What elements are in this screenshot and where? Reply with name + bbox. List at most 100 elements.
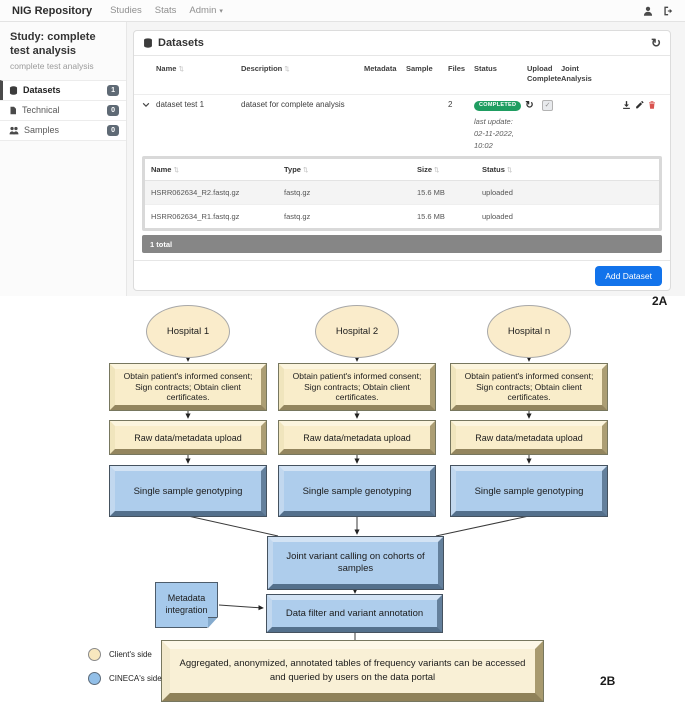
metadata-note-label: Metadata integration [165,593,208,615]
file-type: fastq.gz [284,212,311,222]
hospital-2-node: Hospital 2 [315,305,399,358]
datasets-panel: Datasets ↻ Name ⇅ Description ⇅ Metadata S… [133,30,671,291]
users-icon [9,126,19,134]
sidebar-menu: Datasets 1 Technical 0 Samples 0 [0,79,126,141]
delete-icon[interactable] [648,100,656,112]
upload-box-2: Raw data/metadata upload [279,421,435,454]
study-sidebar: Study: complete test analysis complete t… [0,22,127,296]
sidebar-item-technical[interactable]: Technical 0 [0,99,126,121]
sort-icon: ⇅ [178,66,184,73]
flowchart-region: Hospital 1 Hospital 2 Hospital n Obtain … [0,296,685,711]
download-icon[interactable] [622,100,631,112]
add-dataset-button[interactable]: Add Dataset [595,265,662,286]
file-col-size[interactable]: Size ⇅ [417,165,482,174]
study-title: Study: complete test analysis [10,31,96,57]
file-col-type[interactable]: Type ⇅ [284,165,417,174]
files-total-bar: 1 total [142,235,662,254]
study-subtitle: complete test analysis [10,60,94,71]
file-name: HSRR062634_R2.fastq.gz [151,188,240,198]
hospital-1-node: Hospital 1 [146,305,230,358]
dataset-name: dataset test 1 [156,100,205,110]
consent-box-1: Obtain patient's informed consent; Sign … [110,364,266,410]
app-screenshot-region: Study: complete test analysis complete t… [0,22,685,296]
legend-cineca-label: CINECA's side [109,674,162,683]
sort-icon: ⇅ [284,66,290,73]
dataset-sample-cell [406,100,448,151]
datasets-table-header: Name ⇅ Description ⇅ Metadata Sample Files… [134,56,670,94]
client-side-color-swatch [88,648,101,661]
col-files: Files [448,64,466,73]
panel-refresh-icon[interactable]: ↻ [651,37,661,49]
sort-icon: ⇅ [302,167,309,175]
col-metadata: Metadata [364,64,397,73]
upload-box-1: Raw data/metadata upload [110,421,266,454]
joint-analysis-cell [576,100,610,151]
dataset-metadata-cell [364,100,406,151]
chevron-down-icon: ▾ [219,7,223,15]
sidebar-item-datasets[interactable]: Datasets 1 [0,79,126,101]
status-refresh-icon[interactable]: ↻ [525,100,533,111]
technical-count-badge: 0 [107,104,119,116]
sort-icon: ⇅ [506,167,513,175]
logout-icon[interactable] [662,6,673,16]
datasets-count-badge: 1 [107,84,119,96]
flowchart-legend: Client's side CINECA's side [88,648,162,696]
joint-calling-box: Joint variant calling on cohorts of samp… [268,537,443,589]
col-joint-analysis: Joint Analysis [561,64,592,84]
figure-label-2a: 2A [652,294,668,308]
dataset-description: dataset for complete analysis [241,100,345,110]
filter-annotation-box: Data filter and variant annotation [267,595,442,632]
sidebar-item-label: Datasets [23,85,61,95]
upload-complete-checkbox[interactable]: ✓ [542,100,553,112]
expander-column [142,64,156,84]
user-profile-icon[interactable] [643,6,653,16]
panel-footer: Add Dataset [134,260,670,290]
dataset-files-count: 2 [448,100,453,110]
datasets-panel-header: Datasets ↻ [134,31,670,56]
sidebar-item-samples[interactable]: Samples 0 [0,119,126,141]
figure-label-2b: 2B [600,674,616,688]
file-status: uploaded [482,212,513,222]
file-row: HSRR062634_R2.fastq.gz fastq.gz 15.6 MB … [145,181,659,206]
col-status: Status [474,64,497,73]
nav-studies[interactable]: Studies [110,5,142,16]
col-actions [595,64,662,84]
legend-client: Client's side [88,648,162,661]
col-name[interactable]: Name ⇅ [156,64,241,84]
genotyping-box-1: Single sample genotyping [110,466,266,516]
dataset-row[interactable]: dataset test 1 dataset for complete anal… [134,94,670,153]
legend-cineca: CINECA's side [88,672,162,685]
file-col-status[interactable]: Status ⇅ [482,165,653,174]
files-table-header: Name ⇅ Type ⇅ Size ⇅ Status ⇅ [145,159,659,182]
file-col-name[interactable]: Name ⇅ [151,165,284,174]
col-sample: Sample [406,64,433,73]
legend-client-label: Client's side [109,650,152,659]
col-description[interactable]: Description ⇅ [241,64,364,84]
file-name: HSRR062634_R1.fastq.gz [151,212,240,222]
file-status: uploaded [482,188,513,198]
database-icon [9,85,18,95]
metadata-note: Metadata integration [155,582,219,629]
edit-icon[interactable] [635,100,644,112]
nav-admin-label: Admin [189,5,217,16]
consent-box-3: Obtain patient's informed consent; Sign … [451,364,607,410]
last-update-text: last update: 02-11-2022, 10:02 [474,117,514,150]
nav-admin[interactable]: Admin ▾ [189,5,222,16]
sidebar-item-label: Technical [22,105,60,115]
genotyping-box-3: Single sample genotyping [451,466,607,516]
database-icon [144,38,152,48]
sort-icon: ⇅ [173,167,179,175]
status-badge: COMPLETED [474,100,522,111]
cineca-side-color-swatch [88,672,101,685]
hospital-n-node: Hospital n [487,305,571,358]
sort-icon: ⇅ [434,167,440,175]
app-brand[interactable]: NIG Repository [12,5,92,17]
row-expander-chevron-icon[interactable] [142,100,156,151]
file-icon [10,106,16,114]
col-upload-complete: Upload Complete [527,64,562,84]
file-type: fastq.gz [284,188,311,198]
dataset-status-cell: COMPLETED ↻ last update: 02-11-2022, 10:0… [474,100,542,151]
dataset-actions [610,100,662,151]
nav-stats[interactable]: Stats [155,5,177,16]
samples-count-badge: 0 [107,124,119,136]
